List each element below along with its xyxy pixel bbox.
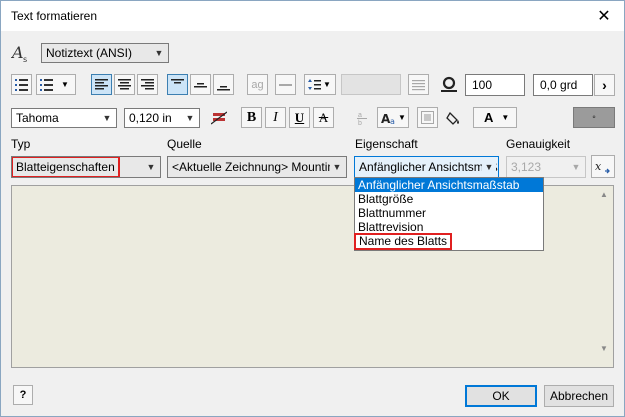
chevron-down-icon: ▼	[501, 113, 510, 122]
line-spacing-value	[341, 74, 401, 95]
font-select[interactable]: Tahoma ▼	[11, 108, 117, 128]
text-style-value: Notiztext (ANSI)	[46, 46, 133, 60]
title-bar: Text formatieren ✕	[1, 1, 624, 31]
close-icon: ✕	[597, 8, 611, 25]
cancel-label: Abbrechen	[549, 389, 609, 403]
list-item[interactable]: Blattrevision	[355, 220, 543, 234]
bullet-list-icon[interactable]	[11, 74, 32, 95]
chevron-down-icon: ▼	[482, 157, 496, 177]
justify-icon	[408, 74, 429, 95]
ok-button[interactable]: OK	[465, 385, 537, 407]
chevron-down-icon: ▼	[152, 44, 166, 62]
stack-icon[interactable]	[208, 107, 229, 128]
bgcolor-button[interactable]: ◦	[573, 107, 615, 128]
svg-text:x: x	[595, 160, 602, 173]
eigenschaft-select[interactable]: Anfänglicher Ansichtsmaßstab ▼	[354, 156, 499, 178]
text-style-select[interactable]: Notiztext (ANSI) ▼	[41, 43, 169, 63]
strikethrough-button[interactable]: A	[313, 107, 334, 128]
typ-value: Blatteigenschaften	[12, 157, 120, 177]
ok-label: OK	[492, 389, 510, 403]
help-icon: ?	[19, 389, 27, 401]
width-factor-input[interactable]: 100	[465, 74, 525, 96]
underline-label: U	[294, 109, 305, 125]
genauigkeit-label: Genauigkeit	[506, 137, 571, 151]
width-factor-icon	[438, 74, 460, 95]
insert-field-button[interactable]: x	[591, 155, 615, 178]
bgcolor-dot: ◦	[592, 112, 596, 123]
font-value: Tahoma	[16, 111, 59, 125]
line-icon	[275, 74, 296, 95]
align-right-icon[interactable]	[137, 74, 158, 95]
align-center-icon[interactable]	[114, 74, 135, 95]
superscript-icon: ab	[351, 107, 372, 128]
svg-text:a: a	[390, 117, 395, 125]
svg-text:b: b	[358, 120, 362, 125]
eigenschaft-label: Eigenschaft	[355, 137, 418, 151]
align-left-icon[interactable]	[91, 74, 112, 95]
chevron-right-icon: ›	[602, 77, 607, 93]
list-item-highlighted[interactable]: Name des Blatts	[353, 233, 543, 250]
list-item[interactable]: Blattgröße	[355, 192, 543, 206]
fill-icon[interactable]	[443, 107, 464, 128]
numbered-list-icon[interactable]: ▼	[36, 74, 76, 95]
rotation-value: 0,0 grd	[540, 78, 578, 92]
genauigkeit-value: 3,123	[511, 160, 542, 174]
valign-middle-icon[interactable]	[190, 74, 211, 95]
list-item[interactable]: Blattnummer	[355, 206, 543, 220]
valign-bottom-icon[interactable]	[213, 74, 234, 95]
scroll-down-icon: ▼	[600, 344, 608, 353]
chevron-down-icon: ▼	[323, 80, 331, 89]
case-button[interactable]: Aa ▼	[377, 107, 409, 128]
dialog-title: Text formatieren	[11, 9, 98, 23]
typ-select[interactable]: Blatteigenschaften ▼	[11, 156, 161, 178]
close-button[interactable]: ✕	[584, 1, 624, 31]
stack-text-label: ag	[251, 78, 264, 91]
text-color-label: A	[484, 110, 494, 125]
vertical-scrollbar[interactable]: ▲ ▼	[596, 186, 613, 367]
chevron-down-icon: ▼	[569, 157, 583, 177]
strikethrough-label: A	[318, 109, 329, 125]
bold-button[interactable]: B	[241, 107, 262, 128]
typ-label: Typ	[11, 137, 31, 151]
width-factor-value: 100	[472, 78, 493, 92]
eigenschaft-dropdown-list: Anfänglicher Ansichtsmaßstab Blattgröße …	[353, 177, 544, 251]
rotation-next-button[interactable]: ›	[594, 74, 615, 96]
italic-button[interactable]: I	[265, 107, 286, 128]
eigenschaft-value: Anfänglicher Ansichtsmaßstab	[359, 160, 498, 174]
chevron-down-icon: ▼	[100, 109, 114, 127]
chevron-down-icon: ▼	[330, 157, 344, 177]
cancel-button[interactable]: Abbrechen	[544, 385, 614, 407]
font-size-select[interactable]: 0,120 in ▼	[124, 108, 200, 128]
quelle-label: Quelle	[167, 137, 202, 151]
help-button[interactable]: ?	[13, 385, 33, 405]
svg-text:a: a	[358, 112, 362, 119]
list-item-label: Name des Blatts	[353, 233, 453, 250]
list-item[interactable]: Anfänglicher Ansichtsmaßstab	[355, 178, 543, 192]
valign-top-icon[interactable]	[167, 74, 188, 95]
text-style-icon: As	[10, 43, 33, 64]
italic-label: I	[273, 109, 278, 125]
svg-text:A: A	[11, 43, 24, 62]
font-size-value: 0,120 in	[129, 111, 172, 125]
stack-text-icon: ag	[247, 74, 268, 95]
genauigkeit-select: 3,123 ▼	[506, 156, 586, 178]
symbol-icon	[417, 107, 438, 128]
svg-text:s: s	[23, 55, 27, 63]
scroll-up-icon: ▲	[600, 190, 608, 199]
rotation-input[interactable]: 0,0 grd	[533, 74, 593, 96]
quelle-value: <Aktuelle Zeichnung> Mounting	[172, 160, 341, 174]
line-spacing-icon[interactable]: ▼	[304, 74, 336, 95]
text-format-dialog: Text formatieren ✕ As Notiztext (ANSI) ▼…	[0, 0, 625, 417]
bold-label: B	[246, 109, 257, 125]
underline-button[interactable]: U	[289, 107, 310, 128]
chevron-down-icon: ▼	[183, 109, 197, 127]
quelle-select[interactable]: <Aktuelle Zeichnung> Mounting ▼	[167, 156, 347, 178]
text-color-button[interactable]: A ▼	[473, 107, 517, 128]
chevron-down-icon: ▼	[61, 80, 69, 89]
chevron-down-icon: ▼	[398, 113, 406, 122]
chevron-down-icon: ▼	[144, 157, 158, 177]
